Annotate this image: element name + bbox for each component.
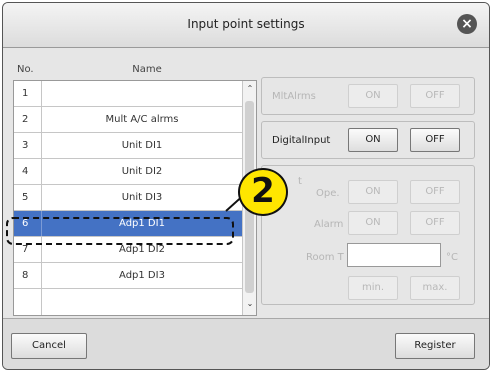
alarm-on-button[interactable]: ON [348,211,398,235]
scroll-down-icon[interactable]: ⌄ [243,299,256,308]
dialog-title: Input point settings [187,17,305,31]
scroll-up-icon[interactable]: ⌃ [243,84,256,93]
digitalinput-group: DigitalInput ON OFF [261,121,475,159]
mltalrms-group: MltAlrms ON OFF [261,77,475,115]
register-button[interactable]: Register [395,333,475,359]
cancel-button[interactable]: Cancel [11,333,87,359]
ope-label: Ope. [316,188,340,199]
alarm-off-button[interactable]: OFF [410,211,460,235]
column-header-no: No. [17,64,34,75]
list-row[interactable]: 2 Mult A/C alrms [14,107,242,133]
alarm-label: Alarm [314,219,344,230]
row-name: Unit DI3 [121,192,163,203]
row-name: Unit DI1 [121,140,163,151]
mltalrms-label: MltAlrms [272,91,316,102]
room-t-unit: °C [446,252,458,263]
row-number: 5 [14,185,42,210]
list-row[interactable]: 8 Adp1 DI3 [14,263,242,289]
row-name [42,81,242,106]
mltalrms-off-button[interactable]: OFF [410,84,460,108]
digitalinput-on-button[interactable]: ON [348,128,398,152]
list-row[interactable]: 1 [14,81,242,107]
row-number: 3 [14,133,42,158]
row-name: Mult A/C alrms [105,114,179,125]
digitalinput-label: DigitalInput [272,135,331,146]
mltalrms-on-button[interactable]: ON [348,84,398,108]
ope-off-button[interactable]: OFF [410,180,460,204]
list-row[interactable]: 4 Unit DI2 [14,159,242,185]
group-label-partial: t [298,176,302,187]
room-t-input[interactable] [347,243,441,267]
callout-number-badge: 2 [238,168,288,216]
row-name: Adp1 DI3 [119,270,165,281]
row-name: Unit DI2 [121,166,163,177]
alarm-settings-group: t Ope. ON OFF Alarm ON OFF Room T °C min… [261,165,475,305]
room-t-label: Room T [306,252,344,263]
list-row[interactable]: 3 Unit DI1 [14,133,242,159]
column-header-name: Name [132,64,162,75]
ope-on-button[interactable]: ON [348,180,398,204]
input-point-list[interactable]: 1 2 Mult A/C alrms 3 Unit DI1 4 Unit DI2… [13,80,257,316]
min-button[interactable]: min. [348,276,398,300]
list-header: No. Name [13,59,255,81]
row-number: 2 [14,107,42,132]
list-row-partial [14,289,242,315]
digitalinput-off-button[interactable]: OFF [410,128,460,152]
bottom-bar: Cancel Register [3,318,489,369]
row-number: 8 [14,263,42,288]
max-button[interactable]: max. [410,276,460,300]
row-number: 4 [14,159,42,184]
title-bar: Input point settings × [3,3,489,48]
row-number: 1 [14,81,42,106]
close-icon[interactable]: × [457,14,477,34]
list-row[interactable]: 5 Unit DI3 [14,185,242,211]
callout-highlight-box [6,217,234,245]
